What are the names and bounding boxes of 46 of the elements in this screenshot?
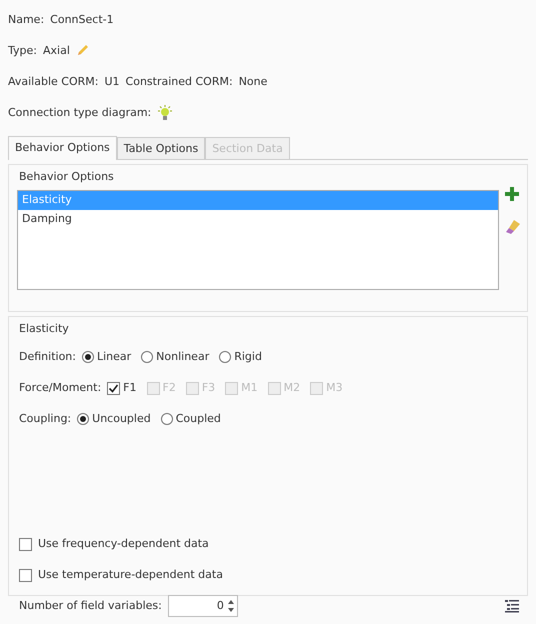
radio-button[interactable] <box>160 413 173 425</box>
radio-button[interactable] <box>141 351 154 363</box>
group-title: Behavior Options <box>18 169 114 185</box>
option-label: F2 <box>162 380 176 396</box>
option-label: Coupled <box>176 410 221 427</box>
spinner-value: 0 <box>216 598 224 614</box>
option-label: M2 <box>284 380 300 396</box>
option-label: F3 <box>202 380 216 396</box>
eraser-icon[interactable] <box>505 219 521 235</box>
corm-label: Constrained CORM: <box>126 74 233 90</box>
list-settings-icon[interactable] <box>505 599 519 613</box>
field-label: Name: <box>8 12 44 28</box>
add-icon[interactable] <box>505 187 521 201</box>
option-label: M3 <box>326 380 343 396</box>
radio-button[interactable] <box>82 351 94 363</box>
spinner-arrows-icon[interactable] <box>226 598 235 614</box>
option-label: F1 <box>123 380 136 396</box>
checkbox[interactable] <box>19 538 32 550</box>
type-value: Axial <box>42 43 70 59</box>
option-label: M1 <box>241 380 258 396</box>
radio-button[interactable] <box>77 413 90 425</box>
field-label: Number of field variables: <box>19 598 162 614</box>
tab[interactable]: Behavior Options <box>8 136 117 160</box>
option-label: Nonlinear <box>156 348 210 365</box>
radio-button[interactable] <box>219 351 232 363</box>
field-label: Coupling: <box>19 410 72 427</box>
corm-value: None <box>238 74 268 90</box>
field-label: Definition: <box>19 348 76 365</box>
lightbulb-icon[interactable] <box>157 105 174 121</box>
number-spinner[interactable]: 0 <box>168 595 238 617</box>
checkbox-label: Use frequency-dependent data <box>38 536 209 552</box>
field-label: Connection type diagram: <box>8 105 152 121</box>
field-label: Force/Moment: <box>19 380 102 396</box>
option-label: Linear <box>96 348 132 365</box>
corm-label: Available CORM: <box>8 74 98 90</box>
option-label: Uncoupled <box>92 410 151 427</box>
checkbox-label: Use temperature-dependent data <box>38 566 223 583</box>
name-value: ConnSect-1 <box>50 12 114 28</box>
checkbox[interactable] <box>19 568 32 582</box>
field-label: Type: <box>8 43 37 59</box>
option-label: Rigid <box>234 348 262 365</box>
checkbox[interactable] <box>107 382 120 394</box>
tab[interactable]: Table Options <box>116 137 206 159</box>
corm-value: U1 <box>104 74 120 90</box>
list-item[interactable]: Damping <box>18 210 498 228</box>
group-title: Elasticity <box>18 321 69 337</box>
